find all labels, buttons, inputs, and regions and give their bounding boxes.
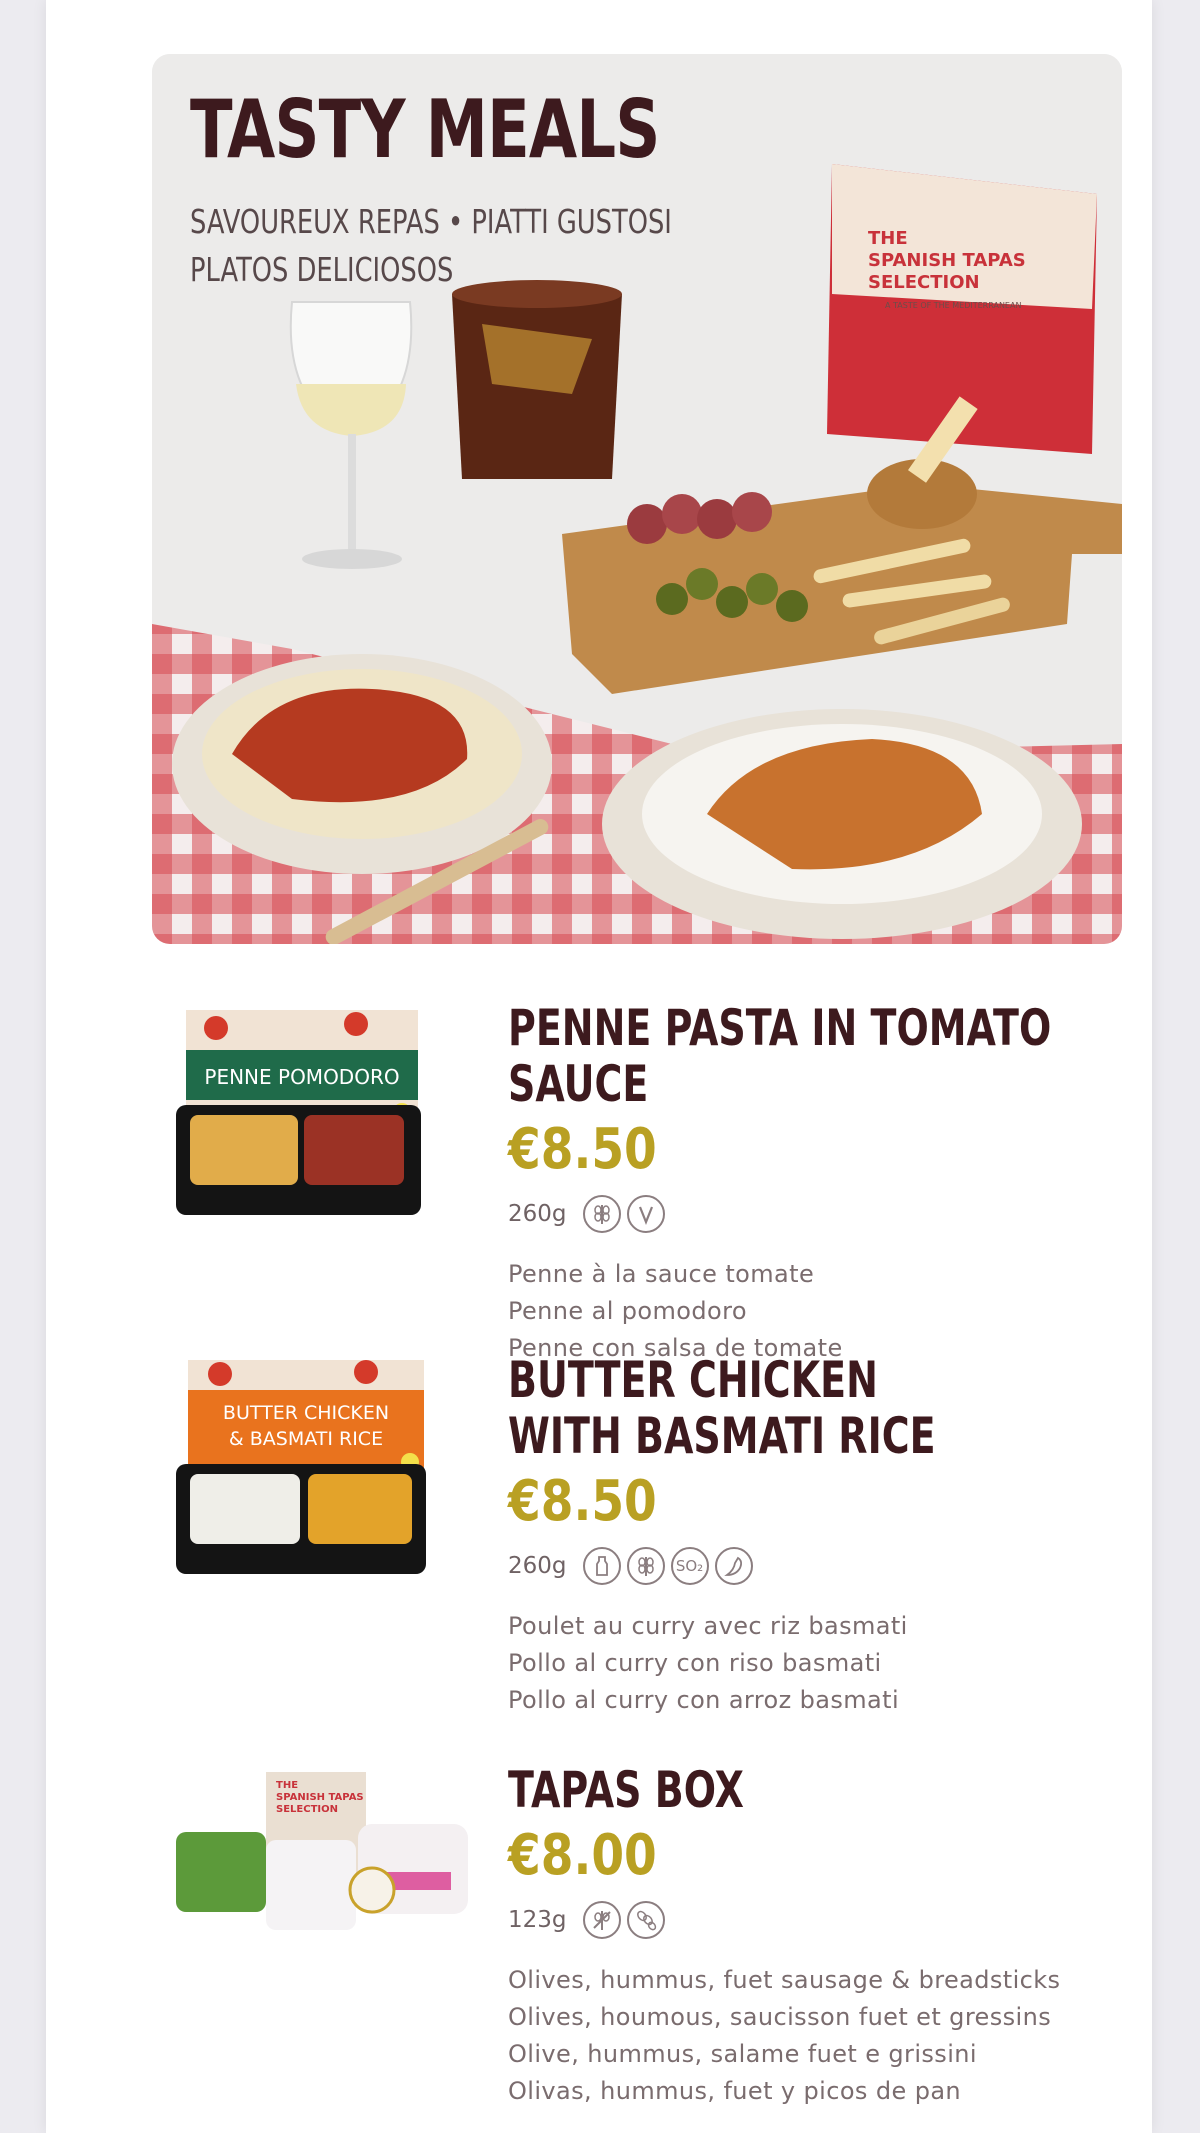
product-meta: 260g SO₂ [508, 1544, 1128, 1588]
curry-bowl-image [602, 709, 1082, 939]
product-price: €8.00 [508, 1823, 657, 1888]
package-label-line3: SELECTION [276, 1804, 338, 1815]
description-fr: Olives, houmous, saucisson fuet et gress… [508, 2003, 1052, 2031]
product-name-line: PENNE PASTA IN TOMATO SAUCE [508, 999, 1052, 1113]
description-it: Olive, hummus, salame fuet e grissini [508, 2040, 977, 2068]
description-es: Olivas, hummus, fuet y picos de pan [508, 2077, 962, 2105]
hero-subtitle: SAVOUREUX REPAS • PIATTI GUSTOSI PLATOS … [190, 198, 672, 294]
description-en: Olives, hummus, fuet sausage & breadstic… [508, 1966, 1061, 1994]
hero-photo: THE SPANISH TAPAS SELECTION A TASTE OF T… [152, 54, 1122, 944]
hero-subtitle-line2: PLATOS DELICIOSOS [190, 250, 454, 289]
tapas-box-product-image: THE SPANISH TAPAS SELECTION [176, 1772, 468, 1930]
menu-sheet: THE SPANISH TAPAS SELECTION A TASTE OF T… [46, 0, 1152, 2133]
product-meta: 260g [508, 1192, 1128, 1236]
penne-bowl-image [172, 654, 552, 874]
product-price: €8.50 [508, 1117, 657, 1182]
description-fr: Penne à la sauce tomate [508, 1260, 815, 1288]
box-text-line1: THE [868, 228, 908, 249]
product-name-line: WITH BASMATI RICE [508, 1407, 936, 1465]
product-weight: 260g [508, 1201, 567, 1227]
milk-icon [582, 1547, 621, 1585]
package-label: PENNE POMODORO [204, 1065, 399, 1089]
package-label-line1: BUTTER CHICKEN [223, 1402, 389, 1424]
product-name-line: BUTTER CHICKEN [508, 1351, 878, 1409]
product-weight: 123g [508, 1907, 567, 1933]
gluten-icon [582, 1195, 621, 1233]
hero-title: TASTY MEALS [190, 83, 660, 176]
gluten-icon [626, 1547, 665, 1585]
sesame-icon [626, 1901, 665, 1939]
cola-glass-image [452, 280, 622, 479]
product-descriptions: Poulet au curry avec riz basmati Pollo a… [508, 1608, 1128, 1719]
box-tagline: A TASTE OF THE MEDITERRANEAN [885, 301, 1021, 310]
vegetarian-icon [626, 1195, 665, 1233]
product-descriptions: Olives, hummus, fuet sausage & breadstic… [508, 1962, 1128, 2110]
description-fr: Poulet au curry avec riz basmati [508, 1612, 908, 1640]
spicy-icon [714, 1547, 753, 1585]
product-name: BUTTER CHICKEN WITH BASMATI RICE [508, 1352, 1116, 1464]
package-label-line2: SPANISH TAPAS [276, 1792, 364, 1803]
description-it: Pollo al curry con riso basmati [508, 1649, 882, 1677]
butter-chicken-image: BUTTER CHICKEN & BASMATI RICE [176, 1360, 426, 1574]
product-name: PENNE PASTA IN TOMATO SAUCE [508, 1000, 1116, 1112]
package-label-line1: THE [276, 1780, 298, 1791]
hero-banner: THE SPANISH TAPAS SELECTION A TASTE OF T… [152, 54, 1122, 944]
package-label-line2: & BASMATI RICE [229, 1428, 383, 1450]
product-info: TAPAS BOX €8.00 123g Olives, hummus, fue… [508, 1762, 1128, 2110]
product-info: BUTTER CHICKEN WITH BASMATI RICE €8.50 2… [508, 1352, 1128, 1719]
penne-pomodoro-image: PENNE POMODORO [176, 1010, 421, 1215]
gluten-free-icon [582, 1901, 621, 1939]
hero-subtitle-line1: SAVOUREUX REPAS • PIATTI GUSTOSI [190, 202, 672, 241]
description-it: Penne al pomodoro [508, 1297, 747, 1325]
sulphites-icon: SO₂ [670, 1547, 709, 1585]
product-info: PENNE PASTA IN TOMATO SAUCE €8.50 260g P… [508, 1000, 1128, 1367]
product-meta: 123g [508, 1898, 1128, 1942]
description-es: Pollo al curry con arroz basmati [508, 1686, 900, 1714]
box-text-line2: SPANISH TAPAS [868, 250, 1026, 271]
product-name: TAPAS BOX [508, 1762, 1116, 1818]
product-price: €8.50 [508, 1469, 657, 1534]
product-name-line: TAPAS BOX [508, 1761, 744, 1819]
box-text-line3: SELECTION [868, 272, 980, 293]
product-weight: 260g [508, 1553, 567, 1579]
